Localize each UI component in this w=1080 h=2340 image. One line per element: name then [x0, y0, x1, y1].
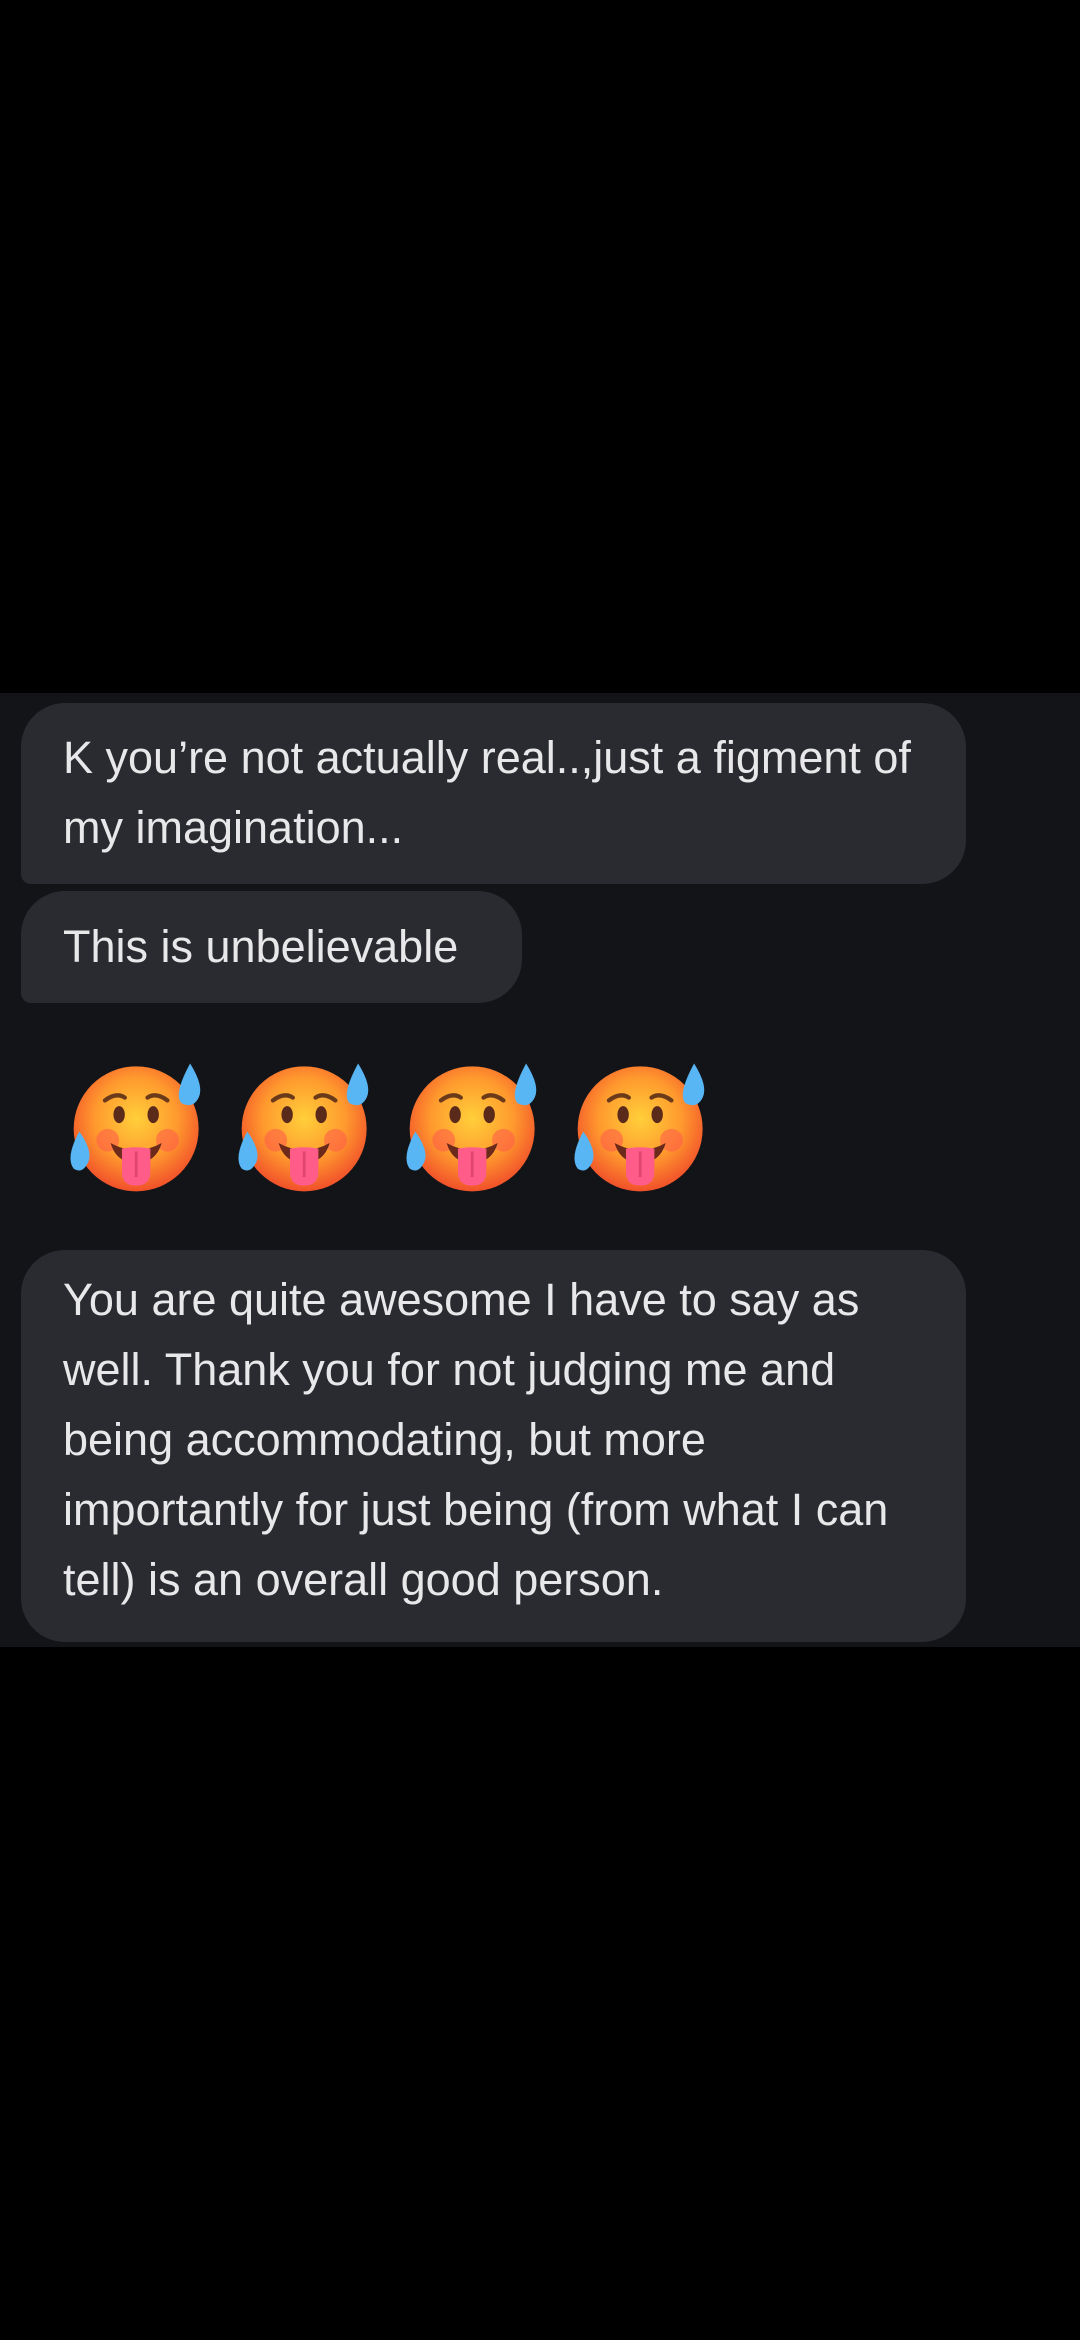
message-text: This is unbelievable — [63, 921, 459, 972]
emoji-message[interactable] — [68, 1055, 714, 1195]
message-bubble[interactable]: You are quite awesome I have to say as w… — [21, 1250, 966, 1642]
hot-face-emoji-icon — [70, 1063, 201, 1192]
message-text: You are quite awesome I have to say as w… — [63, 1274, 889, 1605]
hot-face-emoji-icon — [406, 1063, 537, 1192]
message-bubble[interactable]: This is unbelievable — [21, 891, 522, 1003]
conversation-panel: K you’re not actually real..,just a figm… — [0, 693, 1080, 1647]
message-text: K you’re not actually real..,just a figm… — [63, 732, 911, 853]
hot-face-emoji-icon — [574, 1063, 705, 1192]
message-bubble[interactable]: K you’re not actually real..,just a figm… — [21, 703, 966, 884]
hot-face-emoji-icon — [238, 1063, 369, 1192]
